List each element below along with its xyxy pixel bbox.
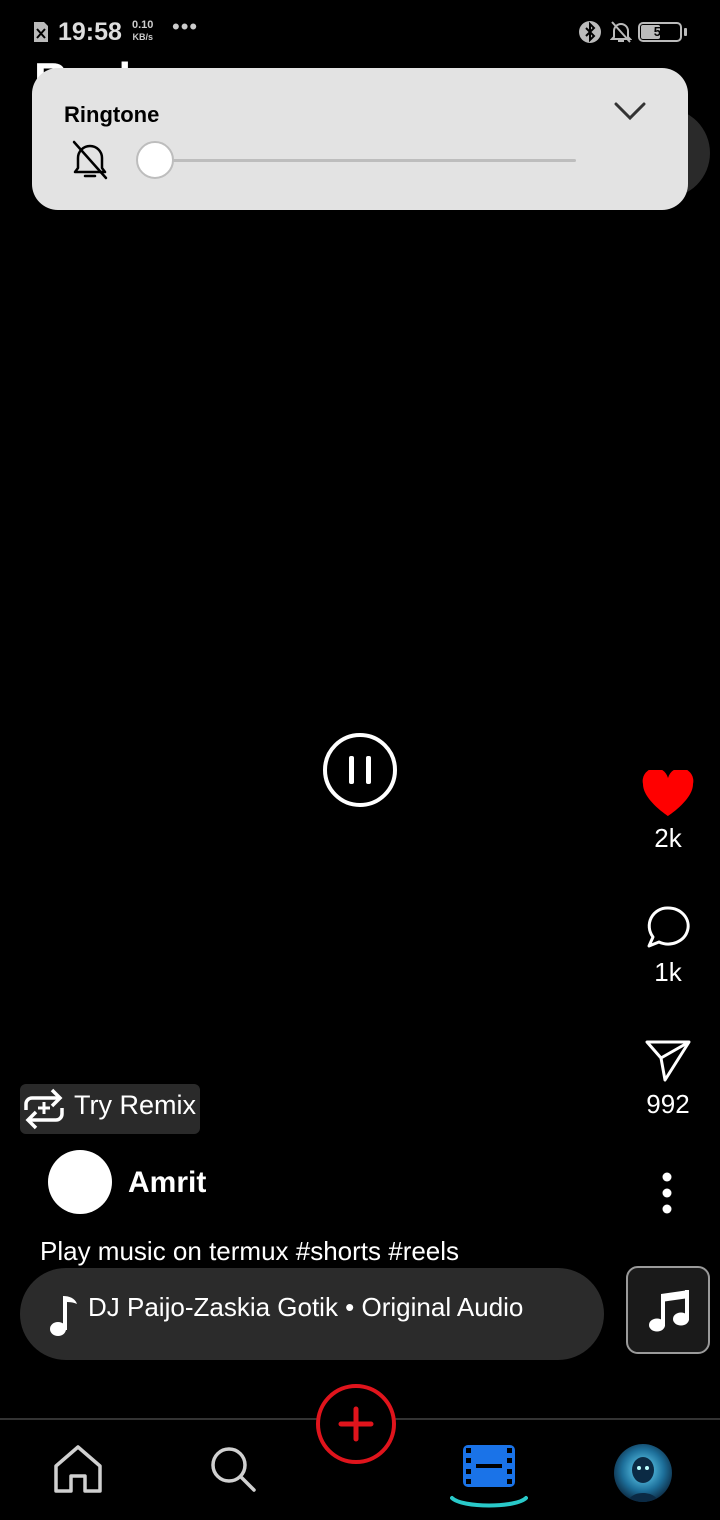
share-count: 992 xyxy=(646,1089,690,1119)
battery-icon: 53 xyxy=(638,22,682,42)
like-action[interactable]: 2k xyxy=(618,768,718,854)
more-options-icon[interactable] xyxy=(652,1170,682,1216)
home-icon[interactable] xyxy=(52,1444,104,1494)
comment-count: 1k xyxy=(654,957,682,987)
reels-active-indicator xyxy=(450,1496,528,1508)
volume-slider-track[interactable] xyxy=(158,159,576,162)
silent-bell-icon xyxy=(610,21,632,43)
reels-icon[interactable] xyxy=(462,1444,516,1488)
nav-search[interactable] xyxy=(194,1440,274,1504)
status-more-icon: ••• xyxy=(172,14,199,39)
chevron-down-icon[interactable] xyxy=(612,96,648,126)
profile-picture xyxy=(614,1444,672,1502)
status-time: 19:58 xyxy=(58,18,122,46)
pause-icon[interactable] xyxy=(322,732,398,808)
audio-pill[interactable]: DJ Paijo-Zaskia Gotik • Original Audio xyxy=(20,1268,604,1360)
plus-icon xyxy=(338,1406,374,1442)
bell-off-icon[interactable] xyxy=(68,138,112,182)
comment-icon[interactable] xyxy=(644,904,692,952)
heart-icon[interactable] xyxy=(641,768,695,818)
network-speed: 0.10 KB/s xyxy=(132,19,153,43)
try-remix-button[interactable]: Try Remix xyxy=(20,1084,200,1134)
try-remix-label: Try Remix xyxy=(74,1090,196,1120)
bluetooth-icon xyxy=(579,21,601,43)
volume-popup-title: Ringtone xyxy=(64,102,160,127)
avatar[interactable] xyxy=(48,1150,112,1214)
create-button[interactable] xyxy=(316,1384,396,1464)
remix-icon xyxy=(24,1088,64,1130)
audio-thumbnail[interactable] xyxy=(626,1266,710,1354)
audio-title: DJ Paijo-Zaskia Gotik • Original Audio xyxy=(88,1292,524,1322)
like-count: 2k xyxy=(654,823,682,853)
music-notes-icon xyxy=(649,1290,689,1332)
caption[interactable]: Play music on termux #shorts #reels xyxy=(40,1236,459,1267)
share-action[interactable]: 992 xyxy=(618,1036,718,1120)
volume-popup: Ringtone xyxy=(32,68,688,210)
send-icon[interactable] xyxy=(643,1036,693,1084)
volume-slider-thumb[interactable] xyxy=(136,141,174,179)
comment-action[interactable]: 1k xyxy=(618,904,718,988)
nav-home[interactable] xyxy=(38,1440,118,1504)
nav-profile-avatar[interactable] xyxy=(614,1444,672,1502)
network-speed-value: 0.10 xyxy=(132,19,154,31)
network-speed-unit: KB/s xyxy=(132,32,153,42)
battery-tip xyxy=(684,28,687,36)
battery-level: 53 xyxy=(653,24,669,39)
music-note-icon xyxy=(50,1296,77,1336)
search-icon[interactable] xyxy=(208,1444,258,1494)
username[interactable]: Amrit xyxy=(128,1166,206,1200)
sim-icon xyxy=(34,22,48,42)
